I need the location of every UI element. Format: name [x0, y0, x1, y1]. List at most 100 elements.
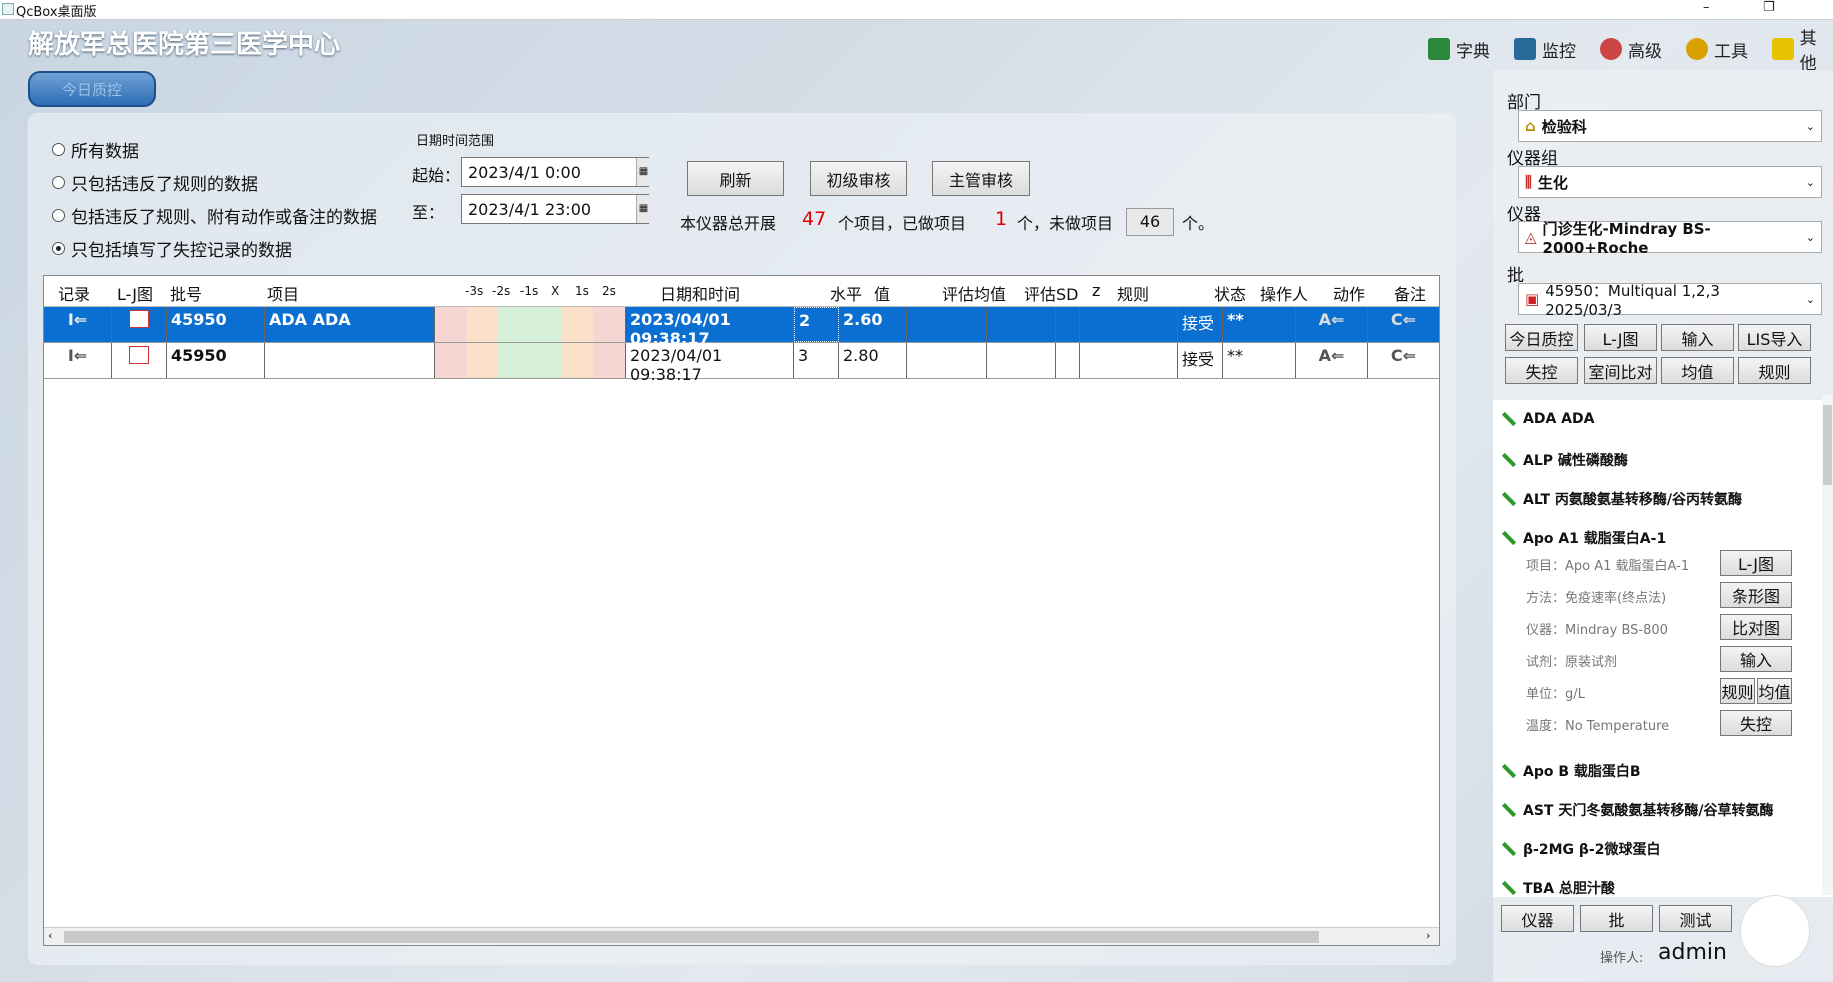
col-record[interactable]: 记录	[58, 281, 90, 305]
interlab-compare-button[interactable]: 室间比对	[1584, 357, 1657, 384]
alarm-clock-icon	[1600, 38, 1622, 60]
toolbar-advanced[interactable]: 高级	[1600, 36, 1662, 62]
window-title: QcBox桌面版	[16, 5, 97, 20]
app-icon	[2, 3, 14, 15]
cell-status: 接受	[1178, 343, 1223, 378]
col-item[interactable]: 项目	[267, 281, 299, 305]
minimize-button[interactable]: –	[1703, 0, 1710, 15]
col-rule[interactable]: 规则	[1117, 281, 1149, 305]
cell-datetime: 2023/04/01 09:38:17	[626, 343, 794, 384]
test-bottom-button[interactable]: 测试	[1659, 905, 1732, 932]
col-lot[interactable]: 批号	[170, 281, 202, 305]
lj-chart-icon[interactable]	[112, 343, 167, 378]
toolbar-other[interactable]: 其他	[1772, 29, 1833, 74]
maximize-button[interactable]: ❐	[1763, 0, 1775, 15]
primary-review-button[interactable]: 初级审核	[810, 161, 907, 196]
lj-detail-button[interactable]: L-J图	[1720, 550, 1792, 576]
hospital-name: 解放军总医院第三医学中心	[28, 30, 341, 60]
mean-detail-button[interactable]: 均值	[1757, 678, 1792, 704]
list-item[interactable]: AST 天门冬氨酸氨基转移酶/谷草转氨酶	[1501, 800, 1773, 820]
scale-p2s: 2s	[602, 284, 616, 298]
radio-icon	[52, 209, 65, 222]
cell-lot: 45950	[167, 343, 265, 378]
today-qc-button[interactable]: 今日质控	[28, 71, 156, 107]
col-note[interactable]: 备注	[1394, 281, 1426, 305]
col-eval-mean[interactable]: 评估均值	[942, 281, 1006, 305]
toolbar-tools[interactable]: 工具	[1686, 36, 1748, 62]
table-row[interactable]: I⇐ 45950 ADA ADA 2023/04/01 09:38:17 2 2…	[44, 307, 1439, 348]
note-icon[interactable]: C⇐	[1368, 307, 1439, 342]
detail-method: 方法：免疫速率(终点法)	[1526, 591, 1667, 606]
col-action[interactable]: 动作	[1333, 281, 1365, 305]
bar-chart-button[interactable]: 条形图	[1720, 582, 1792, 608]
horizontal-scrollbar[interactable]: ‹ ›	[44, 927, 1439, 945]
chief-review-button[interactable]: 主管审核	[932, 161, 1030, 196]
calendar-icon[interactable]: ▦	[636, 158, 650, 186]
filter-violations[interactable]: 只包括违反了规则的数据	[52, 170, 258, 195]
lot-bottom-button[interactable]: 批	[1580, 905, 1653, 932]
scroll-right-icon[interactable]: ›	[1426, 929, 1430, 942]
col-lj[interactable]: L-J图	[117, 281, 153, 305]
compare-chart-button[interactable]: 比对图	[1720, 614, 1792, 640]
sd-scale	[435, 343, 626, 378]
instrument-bottom-button[interactable]: 仪器	[1501, 905, 1574, 932]
lj-side-button[interactable]: L-J图	[1584, 324, 1657, 351]
filter-outofcontrol[interactable]: 只包括填写了失控记录的数据	[52, 236, 292, 261]
scroll-thumb[interactable]	[1823, 405, 1832, 485]
col-level[interactable]: 水平	[830, 281, 862, 305]
refresh-button[interactable]: 刷新	[687, 161, 784, 196]
leaf-icon	[1501, 530, 1517, 546]
vertical-scrollbar[interactable]	[1822, 395, 1833, 895]
lot-select[interactable]: ▣ 45950：Multiqual 1,2,3 2025/03/3 ⌄	[1518, 282, 1822, 319]
start-date-input[interactable]: 2023/4/1 0:00	[461, 157, 649, 187]
col-z[interactable]: z	[1092, 281, 1100, 300]
toolbar-monitor[interactable]: 监控	[1514, 36, 1576, 62]
col-value[interactable]: 值	[874, 281, 890, 305]
lis-import-button[interactable]: LIS导入	[1738, 324, 1811, 351]
instrument-select[interactable]: ◬ 门诊生化-Mindray BS-2000+Roche ⌄	[1518, 220, 1822, 257]
cell-operator: **	[1223, 307, 1296, 342]
end-date-input[interactable]: 2023/4/1 23:00	[461, 194, 649, 224]
list-item[interactable]: Apo A1 载脂蛋白A-1	[1501, 528, 1666, 548]
list-item[interactable]: ALP 碱性磷酸酶	[1501, 450, 1628, 470]
dept-select[interactable]: ⌂ 检验科 ⌄	[1518, 110, 1822, 142]
scroll-left-icon[interactable]: ‹	[48, 929, 52, 942]
chevron-down-icon: ⌄	[1805, 119, 1815, 133]
action-icon[interactable]: A⇐	[1296, 307, 1368, 342]
col-status[interactable]: 状态	[1214, 281, 1246, 305]
filter-all[interactable]: 所有数据	[52, 137, 139, 162]
list-item[interactable]: β-2MG β-2微球蛋白	[1501, 839, 1660, 859]
lj-chart-icon[interactable]	[112, 307, 167, 342]
toolbar-dictionary[interactable]: 字典	[1428, 36, 1490, 62]
list-item[interactable]: Apo B 载脂蛋白B	[1501, 761, 1641, 781]
action-icon[interactable]: A⇐	[1296, 343, 1368, 378]
table-row[interactable]: I⇐ 45950 2023/04/01 09:38:17 3 2.80 接受 *…	[44, 343, 1439, 384]
cell-rule	[1080, 307, 1178, 342]
group-select[interactable]: ⫼ 生化 ⌄	[1518, 166, 1822, 198]
scroll-thumb[interactable]	[64, 931, 1319, 943]
radio-selected-icon	[52, 242, 65, 255]
filter-violations-actions[interactable]: 包括违反了规则、附有动作或备注的数据	[52, 203, 377, 228]
note-icon[interactable]: C⇐	[1368, 343, 1439, 378]
rules-detail-button[interactable]: 规则	[1720, 678, 1755, 704]
record-icon[interactable]: I⇐	[44, 307, 112, 342]
mean-button[interactable]: 均值	[1661, 357, 1734, 384]
detail-instrument: 仪器：Mindray BS-800	[1526, 623, 1668, 638]
list-item[interactable]: TBA 总胆汁酸	[1501, 878, 1615, 898]
col-operator[interactable]: 操作人	[1260, 281, 1308, 305]
rules-button[interactable]: 规则	[1738, 357, 1811, 384]
out-of-control-button[interactable]: 失控	[1505, 357, 1578, 384]
col-datetime[interactable]: 日期和时间	[660, 281, 740, 305]
out-of-control-detail-button[interactable]: 失控	[1720, 710, 1792, 736]
calendar-icon[interactable]: ▦	[636, 195, 650, 223]
list-item[interactable]: ADA ADA	[1501, 411, 1594, 427]
col-eval-sd[interactable]: 评估SD	[1024, 281, 1078, 305]
detail-unit: 单位：g/L	[1526, 687, 1585, 702]
list-item[interactable]: ALT 丙氨酸氨基转移酶/谷丙转氨酶	[1501, 489, 1742, 509]
today-qc-side-button[interactable]: 今日质控	[1505, 324, 1578, 351]
input-detail-button[interactable]: 输入	[1720, 646, 1792, 672]
leaf-icon	[1501, 491, 1517, 507]
input-side-button[interactable]: 输入	[1661, 324, 1734, 351]
detail-item: 项目：Apo A1 载脂蛋白A-1	[1526, 559, 1690, 574]
record-icon[interactable]: I⇐	[44, 343, 112, 378]
